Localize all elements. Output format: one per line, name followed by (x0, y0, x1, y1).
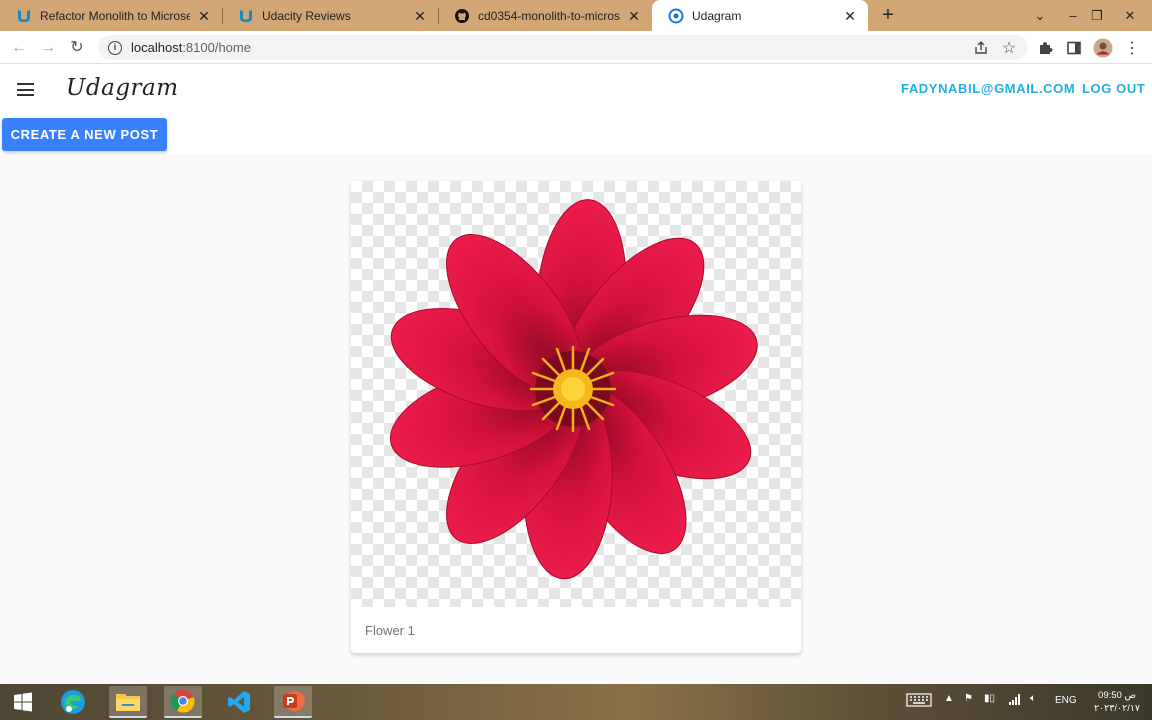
new-tab-button[interactable]: + (876, 5, 900, 25)
user-email-link[interactable]: FADYNABIL@GMAIL.COM (901, 81, 1075, 96)
action-center-flag-icon[interactable]: ⚑ (964, 693, 973, 704)
close-tab-icon[interactable]: ✕ (196, 8, 212, 24)
volume-icon[interactable]: 🔈︎ (1030, 693, 1036, 704)
udacity-icon (16, 8, 32, 24)
restore-button[interactable]: ❐ (1086, 0, 1108, 31)
minimize-button[interactable]: – (1062, 0, 1084, 31)
clock-time: 09:50 ص (1098, 690, 1136, 701)
close-tab-icon[interactable]: ✕ (412, 8, 428, 24)
taskbar-clock[interactable]: 09:50 ص ٢٠٢٣/٠٢/١٧ (1088, 689, 1146, 715)
app-header: Udagram FADYNABIL@GMAIL.COM LOG OUT (0, 64, 1152, 115)
share-icon[interactable] (970, 37, 992, 59)
address-bar[interactable]: i localhost:8100/home (98, 35, 1028, 60)
post-card[interactable]: Flower 1 (351, 181, 801, 653)
tab-github-repo[interactable]: cd0354-monolith-to-microservic ✕ (438, 0, 652, 31)
browser-tab-strip: Refactor Monolith to Microservic ✕ Udaci… (0, 0, 1152, 31)
red-dahlia-flower-image (389, 199, 758, 580)
tab-search-chevron-icon[interactable]: ⌄ (1028, 0, 1052, 31)
chrome-icon[interactable] (164, 686, 202, 718)
battery-icon[interactable]: ▮▯ (984, 693, 995, 704)
chrome-page-icon (668, 8, 684, 24)
tab-udagram[interactable]: Udagram ✕ (652, 0, 868, 31)
windows-start-icon[interactable] (4, 686, 42, 718)
extensions-puzzle-icon[interactable] (1034, 37, 1056, 59)
tab-udacity-reviews[interactable]: Udacity Reviews ✕ (222, 0, 438, 31)
more-menu-icon[interactable]: ⋮ (1121, 37, 1143, 59)
file-explorer-icon[interactable] (109, 686, 147, 718)
profile-avatar[interactable] (1092, 37, 1114, 59)
powerpoint-icon[interactable] (274, 686, 312, 718)
site-info-icon[interactable]: i (108, 40, 122, 55)
vscode-icon[interactable] (220, 686, 258, 718)
app-logo: Udagram (66, 75, 179, 101)
post-image (351, 181, 801, 607)
tray-chevron-up-icon[interactable]: ▲ (944, 693, 954, 704)
github-icon (454, 8, 470, 24)
close-tab-icon[interactable]: ✕ (842, 8, 858, 24)
side-panel-icon[interactable] (1063, 37, 1085, 59)
clock-date: ٢٠٢٣/٠٢/١٧ (1093, 703, 1141, 714)
edge-icon[interactable] (54, 686, 92, 718)
close-tab-icon[interactable]: ✕ (626, 8, 642, 24)
post-caption: Flower 1 (365, 623, 415, 638)
bookmark-star-icon[interactable]: ☆ (998, 37, 1020, 59)
close-window-button[interactable]: ✕ (1118, 0, 1142, 31)
logout-button[interactable]: LOG OUT (1082, 81, 1145, 96)
udacity-icon (238, 8, 254, 24)
windows-taskbar: ▲ ⚑ ▮▯ 🔈︎ ENG (0, 684, 1152, 720)
create-post-bar (0, 115, 1152, 154)
network-icon[interactable] (1008, 693, 1022, 708)
tab-refactor-monolith[interactable]: Refactor Monolith to Microservic ✕ (0, 0, 222, 31)
browser-toolbar: ← → ↻ i localhost:8100/home ☆ ⋮ (0, 31, 1152, 64)
create-new-post-button[interactable]: CREATE A NEW POST (2, 118, 167, 151)
language-indicator[interactable]: ENG (1055, 695, 1077, 706)
reload-icon[interactable]: ↻ (66, 37, 88, 59)
touch-keyboard-icon[interactable] (906, 692, 932, 711)
menu-hamburger-icon[interactable] (17, 83, 34, 96)
back-arrow-icon[interactable]: ← (8, 37, 30, 59)
forward-arrow-icon[interactable]: → (37, 37, 59, 59)
